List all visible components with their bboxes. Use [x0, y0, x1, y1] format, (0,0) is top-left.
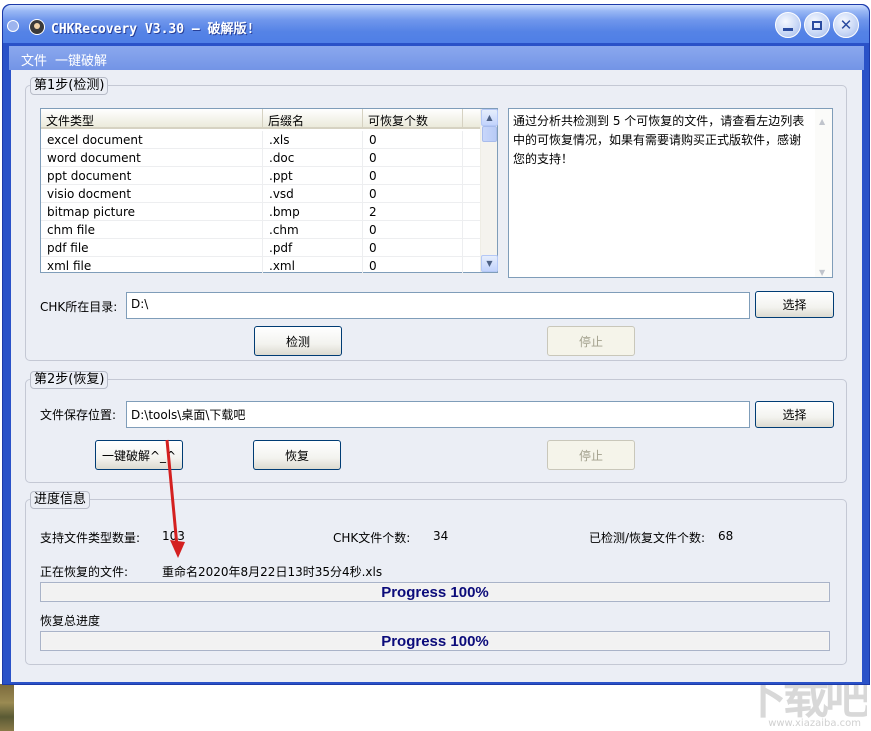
cell-extension: .vsd [263, 185, 363, 203]
file-type-list[interactable]: 文件类型 后缀名 可恢复个数 excel document .xls 0 word d… [40, 108, 498, 275]
one-click-crack-button[interactable]: 一键破解^_^ [95, 440, 183, 470]
cell-file-type: bitmap picture [41, 203, 263, 221]
message-scrollbar[interactable]: ▲ ▼ [815, 109, 832, 277]
save-location-label: 文件保存位置: [40, 408, 117, 422]
cell-recoverable-count: 0 [363, 257, 463, 275]
cell-file-type: visio docment [41, 185, 263, 203]
cell-file-type: excel document [41, 131, 263, 149]
step1-label: 第1步(检测) [30, 77, 109, 95]
chk-dir-input[interactable]: D:\ [126, 292, 750, 319]
cell-extension: .ppt [263, 167, 363, 185]
window-title: CHKRecovery V3.30 – 破解版! [51, 22, 255, 37]
cell-file-type: word document [41, 149, 263, 167]
cell-extension: .xml [263, 257, 363, 275]
step2-label: 第2步(恢复) [30, 371, 109, 389]
file-progress-text: Progress 100% [381, 583, 489, 601]
cell-recoverable-count: 0 [363, 131, 463, 149]
minimize-icon [783, 27, 793, 31]
current-file-value: 重命名2020年8月22日13时35分4秒.xls [162, 565, 383, 579]
maximize-icon [812, 20, 822, 30]
cell-recoverable-count: 0 [363, 221, 463, 239]
total-progress-label: 恢复总进度 [40, 614, 101, 628]
cell-recoverable-count: 0 [363, 185, 463, 203]
cell-extension: .doc [263, 149, 363, 167]
step2-stop-button[interactable]: 停止 [547, 440, 635, 470]
title-bar[interactable]: CHKRecovery V3.30 – 破解版! ✕ [3, 5, 869, 43]
menu-file[interactable]: 文件 [21, 50, 47, 69]
chk-count-value: 34 [433, 529, 449, 543]
step1-stop-button[interactable]: 停止 [547, 326, 635, 356]
cell-file-type: xml file [41, 257, 263, 275]
checked-count-label: 已检测/恢复文件个数: [589, 531, 706, 545]
cell-extension: .chm [263, 221, 363, 239]
app-window: CHKRecovery V3.30 – 破解版! ✕ 文件 一键破解 第1步(检… [2, 4, 870, 685]
menu-one-click-crack[interactable]: 一键破解 [55, 50, 107, 69]
scroll-up-icon[interactable]: ▲ [481, 109, 498, 126]
cell-recoverable-count: 0 [363, 149, 463, 167]
table-row[interactable]: pdf file .pdf 0 [41, 239, 481, 257]
chk-count-label: CHK文件个数: [333, 531, 411, 545]
desktop-background-strip [0, 684, 14, 731]
cell-recoverable-count: 0 [363, 239, 463, 257]
scroll-down-icon[interactable]: ▼ [481, 255, 498, 272]
close-button[interactable]: ✕ [833, 12, 859, 38]
cell-file-type: ppt document [41, 167, 263, 185]
memo-scroll-up-icon[interactable]: ▲ [819, 112, 825, 131]
support-types-label: 支持文件类型数量: [40, 531, 141, 545]
column-extension[interactable]: 后缀名 [263, 109, 363, 129]
recover-button[interactable]: 恢复 [253, 440, 341, 470]
detect-button[interactable]: 检测 [254, 326, 342, 356]
cell-recoverable-count: 2 [363, 203, 463, 221]
save-location-input[interactable]: D:\tools\桌面\下载吧 [126, 401, 750, 428]
cell-extension: .xls [263, 131, 363, 149]
checked-count-value: 68 [718, 529, 734, 543]
cell-extension: .pdf [263, 239, 363, 257]
table-row[interactable]: bitmap picture .bmp 2 [41, 203, 481, 221]
column-recoverable-count[interactable]: 可恢复个数 [363, 109, 463, 129]
table-row[interactable]: ppt document .ppt 0 [41, 167, 481, 185]
step2-group: 第2步(恢复) 文件保存位置: D:\tools\桌面\下载吧 选择 一键破解^… [25, 371, 847, 483]
table-row[interactable]: excel document .xls 0 [41, 131, 481, 149]
table-row[interactable]: xml file .xml 0 [41, 257, 481, 275]
result-message-text: 通过分析共检测到 5 个可恢复的文件，请查看左边列表中的可恢复情况，如果有需要请… [513, 114, 805, 166]
result-message: 通过分析共检测到 5 个可恢复的文件，请查看左边列表中的可恢复情况，如果有需要请… [508, 108, 833, 278]
chk-dir-browse-button[interactable]: 选择 [755, 291, 834, 318]
menu-bar: 文件 一键破解 [9, 46, 864, 70]
memo-scroll-down-icon[interactable]: ▼ [819, 263, 825, 282]
client-area: 第1步(检测) 文件类型 后缀名 可恢复个数 excel document .xl… [11, 70, 862, 682]
maximize-button[interactable] [804, 12, 830, 38]
total-progress-bar: Progress 100% [40, 631, 830, 651]
progress-label: 进度信息 [30, 491, 91, 509]
cell-recoverable-count: 0 [363, 167, 463, 185]
table-row[interactable]: visio docment .vsd 0 [41, 185, 481, 203]
scroll-thumb[interactable] [482, 126, 497, 142]
cell-file-type: pdf file [41, 239, 263, 257]
step1-group: 第1步(检测) 文件类型 后缀名 可恢复个数 excel document .xl… [25, 77, 847, 361]
progress-group: 进度信息 支持文件类型数量: 103 CHK文件个数: 34 已检测/恢复文件个… [25, 491, 847, 665]
table-row[interactable]: chm file .chm 0 [41, 221, 481, 239]
save-location-browse-button[interactable]: 选择 [755, 401, 834, 428]
minimize-button[interactable] [775, 12, 801, 38]
app-logo-icon [29, 19, 45, 35]
support-types-value: 103 [162, 529, 185, 543]
table-row[interactable]: word document .doc 0 [41, 149, 481, 167]
file-progress-bar: Progress 100% [40, 582, 830, 602]
system-menu-icon[interactable] [7, 20, 19, 32]
list-header: 文件类型 后缀名 可恢复个数 [41, 109, 481, 129]
column-file-type[interactable]: 文件类型 [41, 109, 263, 129]
close-icon: ✕ [839, 15, 853, 34]
chk-dir-label: CHK所在目录: [40, 300, 118, 314]
current-file-label: 正在恢复的文件: [40, 565, 129, 579]
list-scrollbar[interactable]: ▲ ▼ [480, 109, 498, 272]
total-progress-text: Progress 100% [381, 632, 489, 650]
cell-extension: .bmp [263, 203, 363, 221]
cell-file-type: chm file [41, 221, 263, 239]
